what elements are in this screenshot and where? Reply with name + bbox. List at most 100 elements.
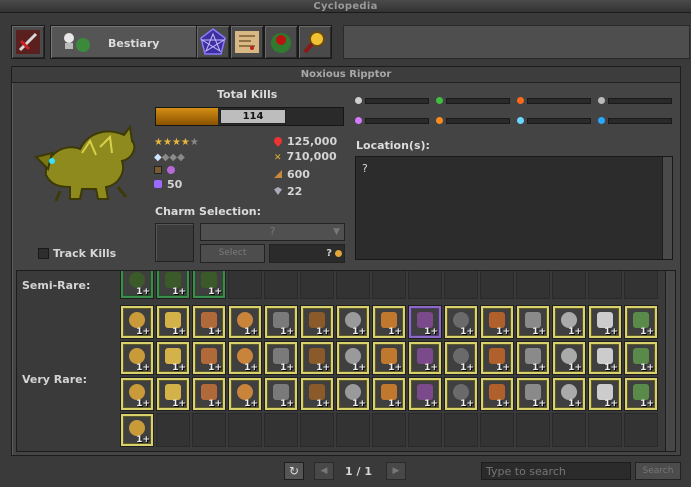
track-kills-checkbox[interactable] — [38, 248, 49, 259]
loot-item[interactable]: 1+ — [156, 305, 190, 339]
loot-item[interactable]: 1+ — [624, 377, 658, 411]
item-icon — [129, 272, 145, 288]
loot-item[interactable]: 1+ — [588, 377, 622, 411]
search-button[interactable]: Search — [635, 462, 681, 480]
item-icon — [489, 312, 505, 328]
loot-item[interactable]: 1+ — [228, 305, 262, 339]
loot-item[interactable]: 1+ — [192, 305, 226, 339]
loot-item[interactable]: 1+ — [228, 377, 262, 411]
loot-item[interactable]: 1+ — [120, 271, 154, 299]
loot-item[interactable]: 1+ — [444, 377, 478, 411]
loot-item[interactable]: 1+ — [300, 341, 334, 375]
loot-item[interactable]: 1+ — [264, 341, 298, 375]
loot-item[interactable]: 1+ — [624, 341, 658, 375]
loot-item[interactable]: 1+ — [372, 305, 406, 339]
tab-bosstiary[interactable] — [264, 25, 298, 59]
loot-item[interactable]: 1+ — [120, 413, 154, 447]
select-charm-button[interactable]: Select — [200, 244, 265, 263]
item-icon — [345, 384, 361, 400]
item-icon — [345, 348, 361, 364]
creature-sprite — [34, 124, 136, 202]
empty-loot-slot — [480, 271, 514, 299]
loot-item[interactable]: 1+ — [408, 341, 442, 375]
charm-select[interactable]: ? ▼ — [200, 223, 345, 241]
reset-button[interactable]: ↻ — [284, 462, 304, 480]
next-page-button[interactable]: ▶ — [386, 462, 406, 480]
loot-item[interactable]: 1+ — [516, 377, 550, 411]
kills-progress-bar: 114 — [155, 107, 344, 126]
loot-item[interactable]: 1+ — [588, 341, 622, 375]
loot-item[interactable]: 1+ — [444, 341, 478, 375]
loot-item[interactable]: 1+ — [588, 305, 622, 339]
loot-scrollbar[interactable] — [665, 271, 675, 451]
loot-item[interactable]: 1+ — [264, 305, 298, 339]
track-kills-toggle[interactable]: Track Kills — [38, 247, 116, 260]
item-icon — [201, 312, 217, 328]
difficulty-stars: ★★★★★ — [154, 135, 199, 149]
diamond-icon: ◆ — [169, 152, 178, 163]
loot-item[interactable]: 1+ — [120, 377, 154, 411]
loot-item[interactable]: 1+ — [336, 305, 370, 339]
loot-item[interactable]: 1+ — [156, 377, 190, 411]
loot-count: 1+ — [172, 363, 186, 373]
loot-count: 1+ — [172, 399, 186, 409]
tab-map[interactable] — [230, 25, 264, 59]
loot-item[interactable]: 1+ — [300, 305, 334, 339]
item-icon — [597, 348, 613, 364]
experience-icon: ✕ — [274, 153, 282, 163]
item-icon — [129, 348, 145, 364]
tab-items[interactable] — [11, 25, 45, 59]
loot-item[interactable]: 1+ — [408, 305, 442, 339]
loot-item[interactable]: 1+ — [120, 341, 154, 375]
loot-item[interactable]: 1+ — [192, 377, 226, 411]
location-box: ? — [355, 156, 673, 260]
loot-item[interactable]: 1+ — [372, 377, 406, 411]
loot-item[interactable]: 1+ — [336, 377, 370, 411]
loot-item[interactable]: 1+ — [120, 305, 154, 339]
tab-charms[interactable] — [196, 25, 230, 59]
item-icon — [381, 312, 397, 328]
loot-item[interactable]: 1+ — [552, 305, 586, 339]
loot-item[interactable]: 1+ — [192, 271, 226, 299]
loot-item[interactable]: 1+ — [156, 271, 190, 299]
item-icon — [309, 348, 325, 364]
loot-count: 1+ — [172, 287, 186, 297]
loot-item[interactable]: 1+ — [228, 341, 262, 375]
loot-item[interactable]: 1+ — [480, 305, 514, 339]
tab-character[interactable] — [298, 25, 332, 59]
loot-item[interactable]: 1+ — [444, 305, 478, 339]
loot-item[interactable]: 1+ — [156, 341, 190, 375]
loot-item[interactable]: 1+ — [516, 305, 550, 339]
loot-item[interactable]: 1+ — [624, 305, 658, 339]
loot-item[interactable]: 1+ — [336, 341, 370, 375]
loot-item[interactable]: 1+ — [552, 341, 586, 375]
empty-loot-slot — [516, 413, 550, 447]
loot-count: 1+ — [280, 363, 294, 373]
item-icon — [417, 312, 433, 328]
loot-item[interactable]: 1+ — [480, 341, 514, 375]
loot-item[interactable]: 1+ — [264, 377, 298, 411]
loot-item[interactable]: 1+ — [480, 377, 514, 411]
resistance-death — [598, 96, 672, 105]
search-input[interactable] — [481, 462, 631, 480]
loot-item[interactable]: 1+ — [192, 341, 226, 375]
loot-item[interactable]: 1+ — [408, 377, 442, 411]
loot-item[interactable]: 1+ — [516, 341, 550, 375]
loot-item[interactable]: 1+ — [300, 377, 334, 411]
empty-loot-slot — [588, 271, 622, 299]
heal-resistance-bar — [608, 118, 672, 124]
bottom-bar: ↻ ◀ 1 / 1 ▶ Search — [0, 458, 691, 487]
resistance-fire — [517, 96, 591, 105]
star-icon: ★ — [189, 137, 199, 148]
location-scrollbar[interactable] — [662, 157, 672, 259]
item-icon — [417, 348, 433, 364]
loot-item[interactable]: 1+ — [372, 341, 406, 375]
loot-count: 1+ — [316, 363, 330, 373]
previous-page-button[interactable]: ◀ — [314, 462, 334, 480]
item-icon — [273, 312, 289, 328]
charm-select-value: ? — [269, 225, 276, 238]
loot-count: 1+ — [460, 399, 474, 409]
loot-item[interactable]: 1+ — [552, 377, 586, 411]
location-text: ? — [362, 162, 368, 175]
tab-bestiary[interactable]: Bestiary — [50, 25, 205, 59]
